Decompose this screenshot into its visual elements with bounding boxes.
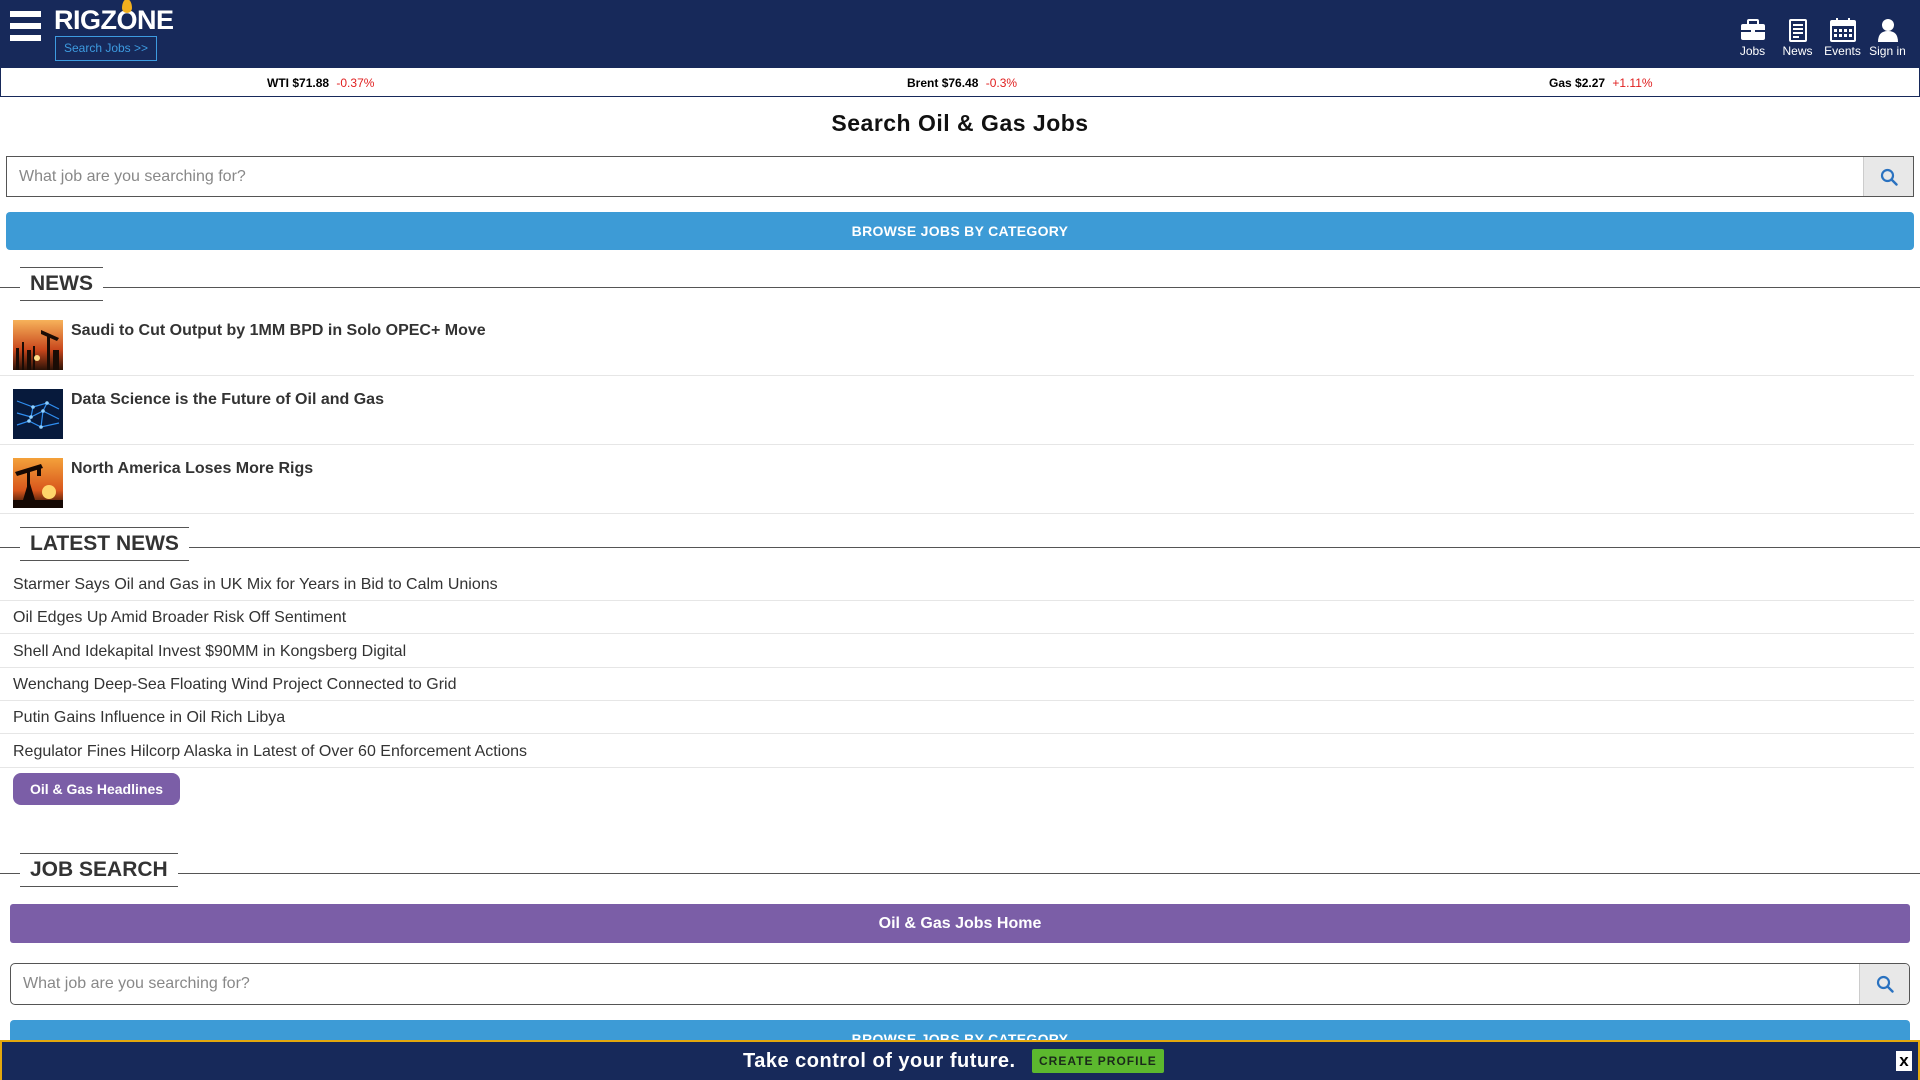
ticker-price: $2.27 — [1575, 76, 1606, 90]
news-title: Data Science is the Future of Oil and Ga… — [71, 391, 384, 408]
news-item[interactable]: Data Science is the Future of Oil and Ga… — [0, 377, 1914, 445]
nav-jobs[interactable]: Jobs — [1730, 18, 1775, 58]
nav-events-label: Events — [1824, 44, 1861, 58]
latest-news-item[interactable]: Wenchang Deep-Sea Floating Wind Project … — [0, 668, 1914, 701]
close-icon[interactable]: x — [1896, 1051, 1912, 1071]
latest-news-item[interactable]: Starmer Says Oil and Gas in UK Mix for Y… — [0, 568, 1914, 601]
ticker-wti[interactable]: WTI $71.88 -0.37% — [267, 76, 374, 90]
price-ticker: WTI $71.88 -0.37% Brent $76.48 -0.3% Gas… — [0, 67, 1920, 97]
latest-news-heading: LATEST NEWS — [20, 527, 189, 561]
ticker-label: Gas — [1549, 76, 1572, 90]
ticker-price: $71.88 — [292, 76, 330, 90]
menu-icon[interactable] — [10, 11, 41, 46]
nav-jobs-label: Jobs — [1739, 44, 1766, 58]
ticker-brent[interactable]: Brent $76.48 -0.3% — [907, 76, 1017, 90]
news-icon — [1788, 19, 1807, 42]
ticker-change: +1.11% — [1612, 76, 1653, 90]
ticker-change: -0.37% — [336, 76, 375, 90]
rigzone-logo[interactable]: RIGZO NE — [54, 0, 174, 35]
latest-news-link[interactable]: Regulator Fines Hilcorp Alaska in Latest… — [13, 743, 527, 761]
news-heading: NEWS — [20, 267, 103, 301]
top-nav: Jobs News Events Sign in — [1730, 18, 1910, 58]
job-search-bar — [6, 156, 1914, 197]
calendar-icon — [1829, 18, 1856, 42]
search-button[interactable] — [1863, 157, 1913, 196]
search-icon — [1880, 168, 1898, 186]
latest-news-section-header: LATEST NEWS — [0, 527, 1920, 567]
job-search-input[interactable] — [7, 157, 1869, 196]
promo-text: Take control of your future. — [743, 1050, 1016, 1072]
search-icon — [1876, 975, 1894, 993]
latest-news-link[interactable]: Oil Edges Up Amid Broader Risk Off Senti… — [13, 609, 346, 627]
latest-news-link[interactable]: Wenchang Deep-Sea Floating Wind Project … — [13, 676, 457, 694]
news-section-header: NEWS — [0, 267, 1920, 307]
ticker-gas[interactable]: Gas $2.27 +1.11% — [1549, 76, 1653, 90]
latest-news-link[interactable]: Shell And Idekapital Invest $90MM in Kon… — [13, 643, 406, 661]
latest-news-link[interactable]: Putin Gains Influence in Oil Rich Libya — [13, 709, 285, 727]
page-title: Search Oil & Gas Jobs — [831, 110, 1089, 136]
latest-news-item[interactable]: Oil Edges Up Amid Broader Risk Off Senti… — [0, 601, 1914, 634]
news-item[interactable]: North America Loses More Rigs — [0, 446, 1914, 514]
oil-gas-jobs-home-button[interactable]: Oil & Gas Jobs Home — [10, 904, 1910, 943]
ticker-price: $76.48 — [941, 76, 979, 90]
search-button-secondary[interactable] — [1859, 964, 1909, 1004]
nav-news-label: News — [1782, 44, 1813, 58]
ticker-label: Brent — [907, 76, 939, 90]
ticker-change: -0.3% — [985, 76, 1018, 90]
nav-events[interactable]: Events — [1820, 18, 1865, 58]
job-search-input-secondary[interactable] — [11, 964, 1861, 1004]
news-thumbnail — [13, 389, 63, 439]
section-divider — [0, 547, 1920, 548]
job-search-bar-secondary — [10, 963, 1910, 1005]
nav-news[interactable]: News — [1775, 18, 1820, 58]
oil-gas-headlines-button[interactable]: Oil & Gas Headlines — [13, 773, 180, 805]
news-title: Saudi to Cut Output by 1MM BPD in Solo O… — [71, 322, 486, 339]
section-divider — [0, 873, 1920, 874]
search-jobs-button[interactable]: Search Jobs >> — [55, 36, 157, 61]
job-search-heading: JOB SEARCH — [20, 853, 178, 887]
nav-sign-in-label: Sign in — [1869, 44, 1906, 58]
user-icon — [1877, 19, 1898, 42]
ticker-label: WTI — [267, 76, 289, 90]
latest-news-item[interactable]: Regulator Fines Hilcorp Alaska in Latest… — [0, 735, 1914, 768]
section-divider — [0, 287, 1920, 288]
top-header: RIGZO NE Search Jobs >> Jobs News Events … — [0, 0, 1920, 67]
briefcase-icon — [1740, 19, 1765, 40]
create-profile-button[interactable]: CREATE PROFILE — [1032, 1049, 1164, 1073]
nav-sign-in[interactable]: Sign in — [1865, 18, 1910, 58]
promo-banner: Take control of your future. CREATE PROF… — [0, 1040, 1920, 1080]
latest-news-item[interactable]: Putin Gains Influence in Oil Rich Libya — [0, 701, 1914, 734]
news-item[interactable]: Saudi to Cut Output by 1MM BPD in Solo O… — [0, 308, 1914, 376]
news-thumbnail — [13, 320, 63, 370]
job-search-section-header: JOB SEARCH — [0, 853, 1920, 893]
latest-news-link[interactable]: Starmer Says Oil and Gas in UK Mix for Y… — [13, 576, 498, 594]
news-thumbnail — [13, 458, 63, 508]
latest-news-item[interactable]: Shell And Idekapital Invest $90MM in Kon… — [0, 635, 1914, 668]
browse-jobs-by-category-button[interactable]: BROWSE JOBS BY CATEGORY — [6, 212, 1914, 250]
news-title: North America Loses More Rigs — [71, 460, 314, 477]
